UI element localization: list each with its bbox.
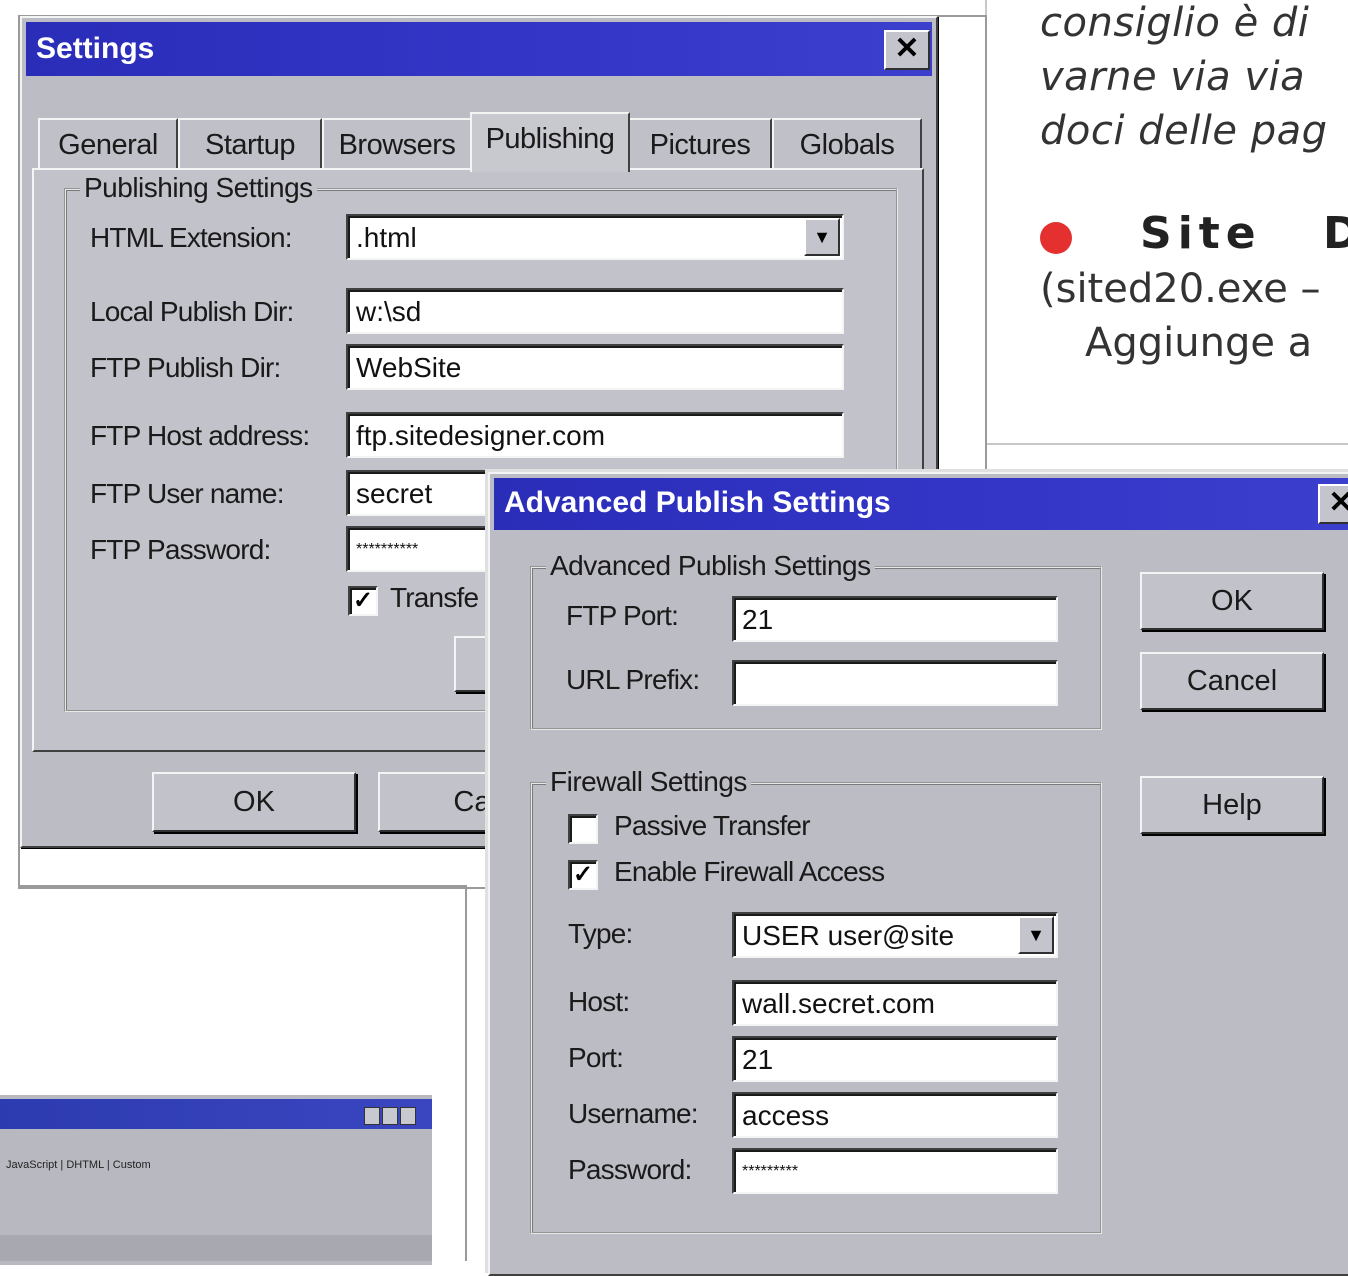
transfer-checkbox[interactable]: ✓ (348, 586, 378, 616)
enable-firewall-checkbox[interactable]: ✓ (568, 860, 598, 890)
ftp-host-field[interactable]: ftp.sitedesigner.com (346, 412, 844, 458)
host-label: Host: (568, 986, 630, 1017)
background-window: JavaScript | DHTML | Custom (0, 1095, 432, 1265)
background-titlebar (0, 1099, 432, 1129)
magazine-text-line: doci delle pag (1040, 108, 1328, 154)
background-tabs: JavaScript | DHTML | Custom (6, 1159, 151, 1171)
magazine-heading: Site D (1140, 208, 1348, 259)
close-icon (400, 1107, 416, 1125)
passive-transfer-checkbox[interactable] (568, 814, 598, 844)
local-publish-dir-field[interactable]: w:\sd (346, 288, 844, 334)
local-publish-dir-label: Local Publish Dir: (90, 296, 294, 327)
bullet-icon (1040, 222, 1072, 254)
ftp-port-label: FTP Port: (566, 600, 679, 631)
port-label: Port: (568, 1042, 624, 1073)
tab-globals[interactable]: Globals (772, 118, 922, 172)
window-title: Advanced Publish Settings (504, 486, 891, 519)
ftp-publish-dir-field[interactable]: WebSite (346, 344, 844, 390)
username-field[interactable]: access (732, 1092, 1058, 1138)
advanced-publish-window: Advanced Publish Settings ✕ Advanced Pub… (488, 472, 1348, 1276)
group-label: Publishing Settings (80, 172, 317, 204)
advanced-titlebar: Advanced Publish Settings ✕ (494, 478, 1348, 530)
ok-button[interactable]: OK (152, 772, 356, 832)
window-title: Settings (36, 32, 155, 65)
password-label: Password: (568, 1154, 692, 1185)
port-field[interactable]: 21 (732, 1036, 1058, 1082)
ftp-publish-dir-label: FTP Publish Dir: (90, 352, 281, 383)
type-select[interactable]: USER user@site (732, 912, 1058, 958)
group-label: Advanced Publish Settings (546, 550, 875, 582)
tab-pictures[interactable]: Pictures (628, 118, 772, 172)
help-button[interactable]: Help (1140, 776, 1324, 834)
transfer-checkbox-label: Transfe (390, 582, 479, 613)
type-label: Type: (568, 918, 633, 949)
ftp-password-label: FTP Password: (90, 534, 271, 565)
tab-general[interactable]: General (38, 118, 178, 172)
close-icon[interactable]: ✕ (884, 30, 930, 70)
url-prefix-label: URL Prefix: (566, 664, 700, 695)
host-field[interactable]: wall.secret.com (732, 980, 1058, 1026)
magazine-text-line: Aggiunge a (1085, 320, 1313, 366)
magazine-text-line: consiglio è di (1040, 0, 1310, 46)
magazine-text-line: varne via via (1040, 54, 1306, 100)
maximize-icon (382, 1107, 398, 1125)
passive-transfer-label: Passive Transfer (614, 810, 811, 841)
username-label: Username: (568, 1098, 699, 1129)
group-label: Firewall Settings (546, 766, 751, 798)
frame-divider (465, 885, 467, 1261)
frame-divider (18, 885, 467, 887)
ftp-user-label: FTP User name: (90, 478, 284, 509)
magazine-text-line: (sited20.exe – (1040, 266, 1321, 312)
cancel-button[interactable]: Cancel (1140, 652, 1324, 710)
tab-publishing[interactable]: Publishing (470, 112, 630, 172)
close-icon[interactable]: ✕ (1318, 484, 1348, 524)
tab-startup[interactable]: Startup (178, 118, 322, 172)
ok-button[interactable]: OK (1140, 572, 1324, 630)
password-field[interactable]: ********* (732, 1148, 1058, 1194)
html-extension-label: HTML Extension: (90, 222, 293, 253)
settings-titlebar: Settings ✕ (26, 22, 932, 76)
chevron-down-icon[interactable]: ▼ (1018, 916, 1054, 954)
ftp-port-field[interactable]: 21 (732, 596, 1058, 642)
minimize-icon (364, 1107, 380, 1125)
html-extension-select[interactable]: .html (346, 214, 844, 260)
chevron-down-icon[interactable]: ▼ (804, 218, 840, 256)
background-toolbar (0, 1235, 432, 1261)
url-prefix-field[interactable] (732, 660, 1058, 706)
enable-firewall-label: Enable Firewall Access (614, 856, 885, 887)
ftp-host-label: FTP Host address: (90, 420, 310, 451)
tab-browsers[interactable]: Browsers (322, 118, 472, 172)
